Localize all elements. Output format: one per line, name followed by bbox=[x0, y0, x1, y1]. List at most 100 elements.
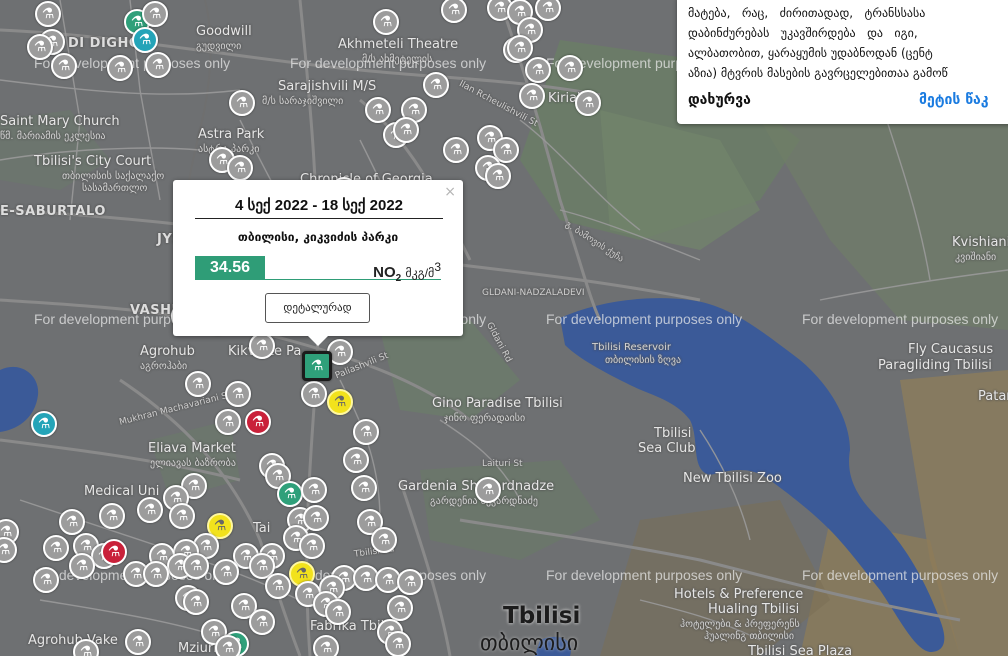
label-laituri-st: Laituri St bbox=[482, 459, 523, 469]
sensor-marker-icon[interactable]: ⚗ bbox=[327, 389, 353, 415]
label-tbilisi: Tbilisi bbox=[503, 603, 581, 629]
sensor-marker-icon[interactable]: ⚗ bbox=[365, 97, 391, 123]
sensor-marker-icon[interactable]: ⚗ bbox=[215, 635, 241, 656]
sensor-marker-icon[interactable]: ⚗ bbox=[213, 559, 239, 585]
info-line: აზია) მტვრის მასების გავრცელებითაა გამოწ bbox=[688, 66, 948, 80]
sensor-marker-icon[interactable]: ⚗ bbox=[107, 55, 133, 81]
sensor-marker-icon[interactable]: ⚗ bbox=[353, 419, 379, 445]
sensor-marker-icon[interactable]: ⚗ bbox=[371, 527, 397, 553]
info-line: დაბინძურებას უკავშირდება და იგი, bbox=[688, 26, 918, 40]
sensor-marker-icon[interactable]: ⚗ bbox=[125, 629, 151, 655]
sensor-marker-icon[interactable]: ⚗ bbox=[519, 83, 545, 109]
sensor-marker-icon[interactable]: ⚗ bbox=[227, 155, 253, 181]
sensor-marker-icon[interactable]: ⚗ bbox=[313, 635, 339, 656]
info-read-more-link[interactable]: მეტის წაკ bbox=[919, 92, 989, 108]
label-gino: Gino Paradise Tbilisi bbox=[432, 396, 563, 411]
label-tbilisi-ka: თბილისი bbox=[480, 631, 579, 656]
sensor-marker-icon[interactable]: ⚗ bbox=[265, 573, 291, 599]
info-text: მატება, რაც, ძირითადად, ტრანსსასა დაბინძუ… bbox=[688, 3, 1008, 83]
sensor-marker-icon[interactable]: ⚗ bbox=[185, 371, 211, 397]
sensor-marker-icon[interactable]: ⚗ bbox=[373, 9, 399, 35]
sensor-marker-icon[interactable]: ⚗ bbox=[59, 509, 85, 535]
pollutant-name: NO bbox=[373, 264, 396, 281]
sensor-marker-icon[interactable]: ⚗ bbox=[485, 163, 511, 189]
sensor-marker-icon[interactable]: ⚗ bbox=[51, 53, 77, 79]
sensor-marker-icon[interactable]: ⚗ bbox=[31, 411, 57, 437]
sensor-marker-icon[interactable]: ⚗ bbox=[387, 595, 413, 621]
sensor-marker-icon[interactable]: ⚗ bbox=[183, 553, 209, 579]
sensor-marker-icon[interactable]: ⚗ bbox=[225, 381, 251, 407]
label-sarajishvili: Sarajishvili M/S bbox=[278, 79, 377, 94]
sensor-marker-icon[interactable]: ⚗ bbox=[343, 447, 369, 473]
popup-date-range: 4 სექ 2022 - 18 სექ 2022 bbox=[195, 196, 443, 219]
sensor-marker-icon[interactable]: ⚗ bbox=[33, 567, 59, 593]
label-astra-park: Astra Park bbox=[198, 127, 265, 142]
label-patara: Patar bbox=[978, 389, 1008, 404]
sensor-marker-icon[interactable]: ⚗ bbox=[245, 409, 271, 435]
sensor-marker-icon[interactable]: ⚗ bbox=[299, 533, 325, 559]
label-hualing: Hualing Tbilisi bbox=[708, 602, 800, 617]
sensor-marker-icon[interactable]: ⚗ bbox=[525, 57, 551, 83]
sensor-marker-icon[interactable]: ⚗ bbox=[443, 137, 469, 163]
sensor-marker-icon[interactable]: ⚗ bbox=[69, 553, 95, 579]
sensor-marker-icon[interactable]: ⚗ bbox=[301, 477, 327, 503]
sensor-marker-icon[interactable]: ⚗ bbox=[183, 589, 209, 615]
info-close-link[interactable]: დახურვა bbox=[688, 92, 751, 108]
sensor-marker-icon[interactable]: ⚗ bbox=[35, 1, 61, 27]
sensor-marker-icon[interactable]: ⚗ bbox=[351, 475, 377, 501]
label-kvishiani: Kvishiani bbox=[952, 235, 1008, 250]
popup-value-badge: 34.56 bbox=[195, 256, 265, 279]
label-sea-club: Tbilisi bbox=[654, 426, 692, 441]
sensor-marker-icon[interactable]: ⚗ bbox=[145, 52, 171, 78]
info-panel: მატება, რაც, ძირითადად, ტრანსსასა დაბინძუ… bbox=[677, 0, 1008, 124]
label-saburtalo: E-SABURTALO bbox=[0, 204, 106, 219]
label-goodwill-ka: გუდვილი bbox=[196, 41, 242, 52]
sensor-marker-icon[interactable]: ⚗ bbox=[137, 497, 163, 523]
details-button[interactable]: დეტალურად bbox=[265, 293, 370, 323]
label-city-court-ka1: თბილისის საქალაქო bbox=[62, 171, 165, 182]
sensor-marker-icon[interactable]: ⚗ bbox=[393, 117, 419, 143]
sensor-marker-icon[interactable]: ⚗ bbox=[143, 561, 169, 587]
sensor-marker-icon[interactable]: ⚗ bbox=[507, 35, 533, 61]
info-line: მატება, რაც, ძირითადად, ტრანსსასა bbox=[688, 6, 926, 20]
station-popup: × 4 სექ 2022 - 18 სექ 2022 თბილისი, კიკვ… bbox=[173, 180, 463, 346]
label-eliava: Eliava Market bbox=[148, 441, 236, 456]
sensor-marker-icon[interactable]: ⚗ bbox=[575, 90, 601, 116]
sensor-marker-icon[interactable]: ⚗ bbox=[277, 481, 303, 507]
sensor-marker-icon[interactable]: ⚗ bbox=[423, 72, 449, 98]
sensor-marker-icon[interactable]: ⚗ bbox=[229, 90, 255, 116]
sensor-marker-icon[interactable]: ⚗ bbox=[557, 55, 583, 81]
sensor-marker-icon[interactable]: ⚗ bbox=[43, 535, 69, 561]
sensor-marker-icon[interactable]: ⚗ bbox=[385, 631, 411, 656]
label-hotels: Hotels & Preference bbox=[674, 587, 804, 602]
sensor-marker-icon[interactable]: ⚗ bbox=[475, 477, 501, 503]
sensor-marker-icon[interactable]: ⚗ bbox=[303, 505, 329, 531]
label-akhmeteli: Akhmeteli Theatre bbox=[338, 37, 459, 52]
popup-pollutant-unit: NO2 მკგ/მ3 bbox=[373, 260, 441, 284]
sensor-marker-icon[interactable]: ⚗ bbox=[249, 333, 275, 359]
label-didi-dighomi: DI DIGHO bbox=[68, 36, 141, 51]
label-sarajishvili-ka: მ/ს სარაჯიშვილი bbox=[262, 96, 344, 107]
sensor-marker-icon[interactable]: ⚗ bbox=[27, 34, 53, 60]
pollutant-subscript: 2 bbox=[395, 273, 402, 284]
sensor-marker-icon[interactable]: ⚗ bbox=[169, 503, 195, 529]
label-akhmeteli-ka: მ/ს ახმეტელის bbox=[362, 54, 433, 65]
sensor-marker-icon[interactable]: ⚗ bbox=[249, 609, 275, 635]
selected-sensor-marker-icon[interactable]: ⚗ bbox=[302, 351, 332, 381]
label-reservoir-ka: თბილისის ზღვა bbox=[605, 355, 682, 366]
sensor-marker-icon[interactable]: ⚗ bbox=[132, 27, 158, 53]
label-saint-mary: Saint Mary Church bbox=[0, 114, 120, 129]
label-gldani: GLDANI-NADZALADEVI bbox=[482, 288, 585, 298]
label-gino-ka: ჯინო ფერადაისი bbox=[444, 413, 526, 424]
sensor-marker-icon[interactable]: ⚗ bbox=[325, 599, 351, 625]
sensor-marker-icon[interactable]: ⚗ bbox=[397, 569, 423, 595]
sensor-marker-icon[interactable]: ⚗ bbox=[142, 1, 168, 27]
sensor-marker-icon[interactable]: ⚗ bbox=[215, 409, 241, 435]
sensor-marker-icon[interactable]: ⚗ bbox=[99, 503, 125, 529]
sensor-marker-icon[interactable]: ⚗ bbox=[301, 381, 327, 407]
label-reservoir: Tbilisi Reservoir bbox=[592, 342, 672, 353]
sensor-marker-icon[interactable]: ⚗ bbox=[101, 539, 127, 565]
label-eliava-ka: ელიავას ბაზრობა bbox=[150, 458, 236, 469]
popup-close-icon[interactable]: × bbox=[444, 184, 456, 200]
label-goodwill: Goodwill bbox=[196, 24, 252, 39]
